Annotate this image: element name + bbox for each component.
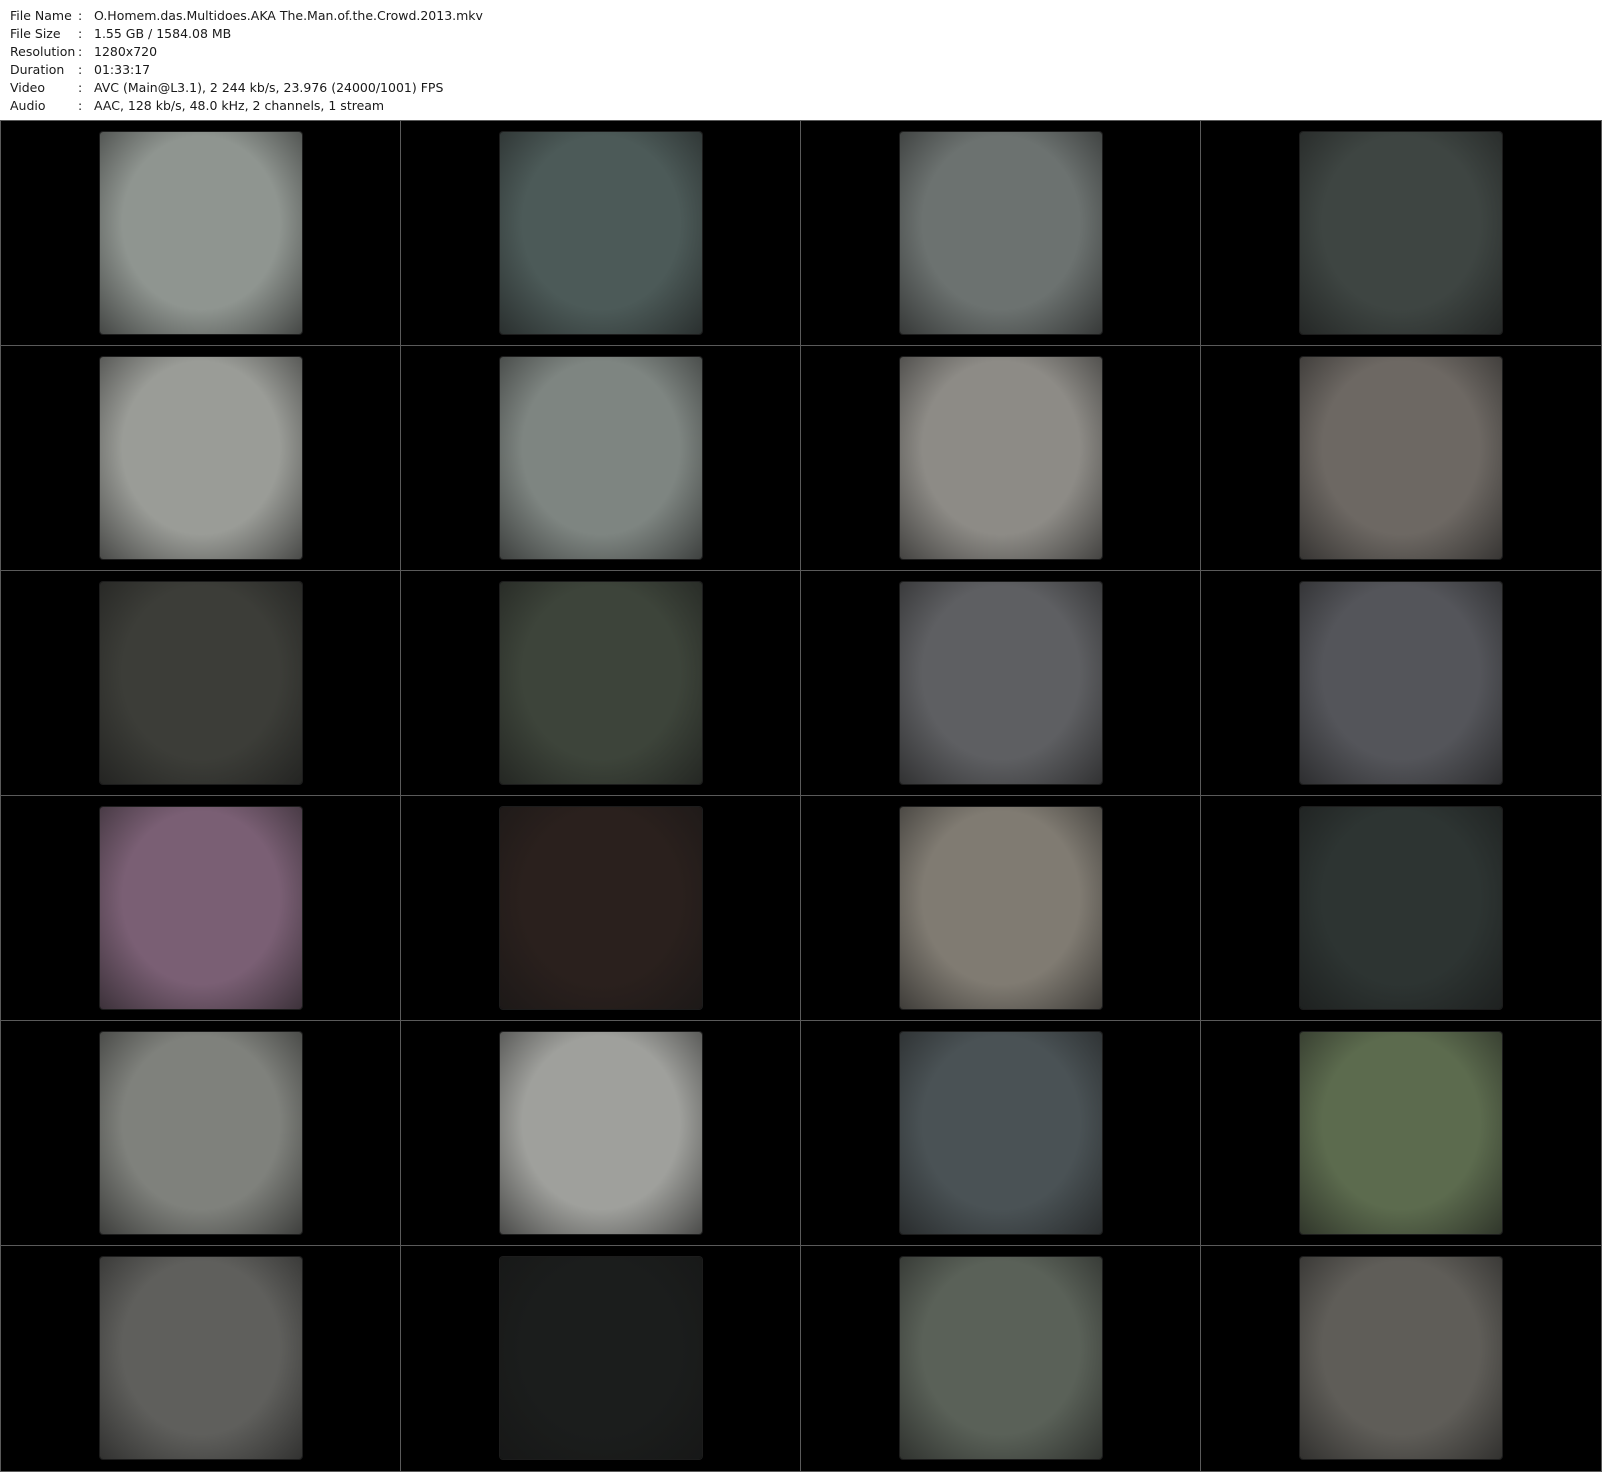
video-frame-thumbnail — [500, 357, 702, 559]
thumbnail-cell — [1, 121, 400, 345]
video-frame-thumbnail — [100, 582, 302, 784]
video-frame-thumbnail — [900, 1032, 1102, 1234]
thumbnail-cell — [401, 1021, 800, 1245]
video-frame-thumbnail — [500, 1257, 702, 1459]
thumbnail-cell — [1, 1021, 400, 1245]
thumbnail-cell — [1201, 571, 1601, 795]
thumbnail-cell — [401, 1246, 800, 1471]
video-frame-thumbnail — [900, 582, 1102, 784]
thumbnail-cell — [801, 1246, 1200, 1471]
info-separator: : — [78, 44, 83, 59]
info-value: AAC, 128 kb/s, 48.0 kHz, 2 channels, 1 s… — [94, 98, 385, 113]
info-value: 1280x720 — [94, 44, 158, 59]
video-frame-thumbnail — [900, 1257, 1102, 1459]
info-label: Audio — [10, 98, 46, 113]
thumbnail-cell — [1, 1246, 400, 1471]
video-frame-thumbnail — [1300, 357, 1502, 559]
info-separator: : — [78, 26, 83, 41]
info-separator: : — [78, 98, 83, 113]
info-label: Resolution — [10, 44, 76, 59]
info-separator: : — [78, 62, 83, 77]
thumbnail-cell — [801, 571, 1200, 795]
video-frame-thumbnail — [100, 807, 302, 1009]
video-frame-thumbnail — [100, 1032, 302, 1234]
thumbnail-cell — [1201, 1021, 1601, 1245]
info-value: O.Homem.das.Multidoes.AKA The.Man.of.the… — [94, 8, 483, 23]
info-value: AVC (Main@L3.1), 2 244 kb/s, 23.976 (240… — [94, 80, 444, 95]
video-frame-thumbnail — [100, 1257, 302, 1459]
video-frame-thumbnail — [100, 357, 302, 559]
info-label: File Name — [10, 8, 72, 23]
thumbnail-cell — [1201, 1246, 1601, 1471]
thumbnail-cell — [1, 346, 400, 570]
video-frame-thumbnail — [900, 357, 1102, 559]
info-separator: : — [78, 8, 83, 23]
info-label: File Size — [10, 26, 61, 41]
video-frame-thumbnail — [500, 1032, 702, 1234]
video-frame-thumbnail — [1300, 582, 1502, 784]
thumbnail-cell — [1201, 796, 1601, 1020]
thumbnail-cell — [801, 1021, 1200, 1245]
thumbnail-cell — [401, 571, 800, 795]
info-label: Duration — [10, 62, 65, 77]
info-value: 01:33:17 — [94, 62, 151, 77]
video-frame-thumbnail — [900, 807, 1102, 1009]
thumbnail-cell — [401, 796, 800, 1020]
thumbnail-cell — [1, 796, 400, 1020]
video-frame-thumbnail — [1300, 1257, 1502, 1459]
info-value: 1.55 GB / 1584.08 MB — [94, 26, 232, 41]
video-frame-thumbnail — [1300, 1032, 1502, 1234]
thumbnail-cell — [801, 121, 1200, 345]
info-label: Video — [10, 80, 46, 95]
video-frame-thumbnail — [100, 132, 302, 334]
video-frame-thumbnail — [500, 132, 702, 334]
video-frame-thumbnail — [1300, 807, 1502, 1009]
thumbnail-cell — [1201, 121, 1601, 345]
thumbnail-cell — [401, 121, 800, 345]
thumbnail-cell — [801, 796, 1200, 1020]
video-frame-thumbnail — [500, 807, 702, 1009]
video-frame-thumbnail — [900, 132, 1102, 334]
video-frame-thumbnail — [500, 582, 702, 784]
thumbnail-cell — [1201, 346, 1601, 570]
file-info-panel: File Name: O.Homem.das.Multidoes.AKA The.… — [0, 0, 1602, 120]
thumbnail-cell — [401, 346, 800, 570]
thumbnail-grid — [0, 120, 1602, 1472]
video-frame-thumbnail — [1300, 132, 1502, 334]
thumbnail-cell — [801, 346, 1200, 570]
info-separator: : — [78, 80, 83, 95]
thumbnail-cell — [1, 571, 400, 795]
